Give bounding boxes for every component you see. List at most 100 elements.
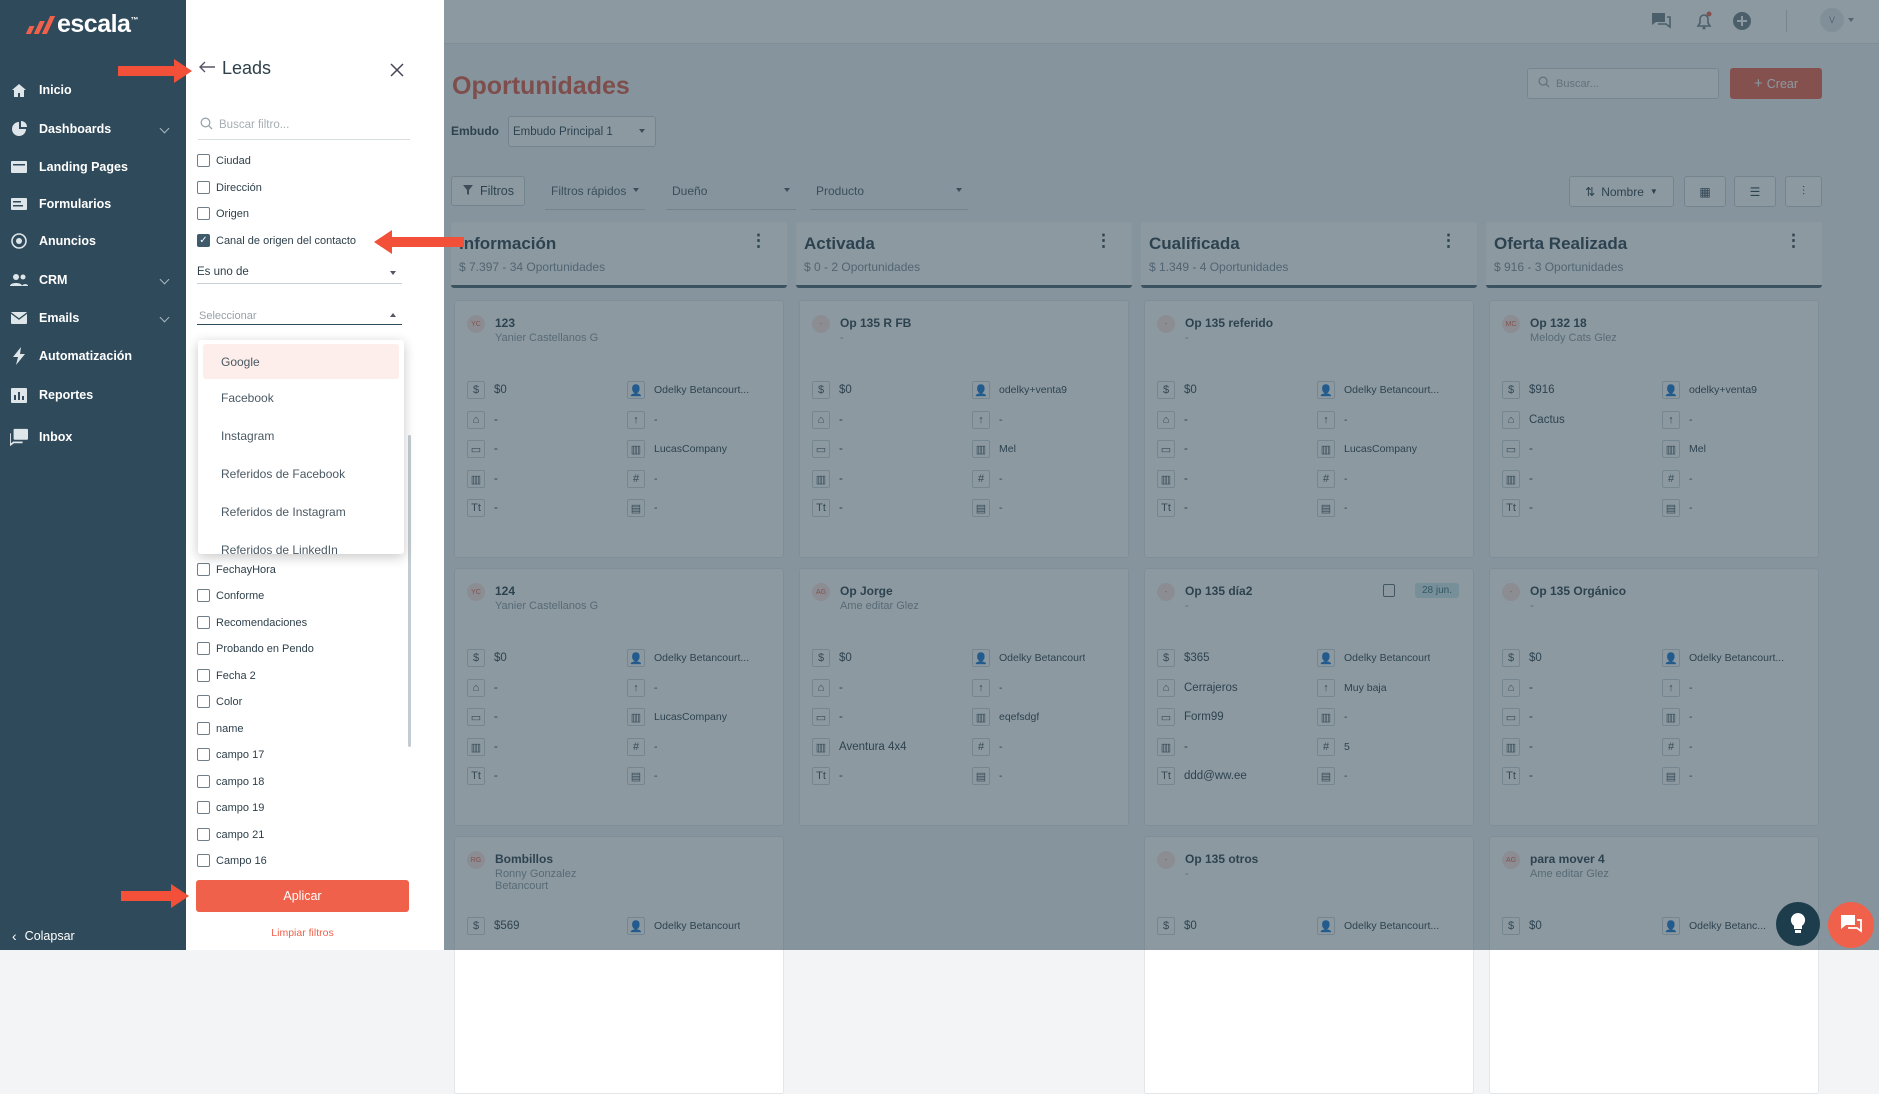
avatar-caret-icon[interactable] xyxy=(1848,18,1854,22)
filter-option[interactable]: Dirección xyxy=(197,181,262,194)
owner-select[interactable]: Dueño xyxy=(666,176,796,210)
filters-button[interactable]: Filtros xyxy=(451,176,525,206)
sidebar-item-landing-pages[interactable]: Landing Pages xyxy=(0,149,186,185)
dropdown-option[interactable]: Referidos de LinkedIn xyxy=(198,531,404,554)
filter-option[interactable]: campo 19 xyxy=(197,801,264,814)
sidebar-item-dashboards[interactable]: Dashboards xyxy=(0,111,186,147)
create-button[interactable]: + Crear xyxy=(1730,68,1822,99)
card-field-value: - xyxy=(494,443,498,455)
card-field: ▥ LucasCompany xyxy=(627,440,727,458)
checkbox[interactable] xyxy=(197,801,210,814)
dropdown-option[interactable]: Google xyxy=(203,344,399,379)
sidebar-item-inbox[interactable]: Inbox xyxy=(0,419,186,455)
quick-filters-select[interactable]: Filtros rápidos xyxy=(545,176,645,210)
checkbox[interactable] xyxy=(197,669,210,682)
sidebar-item-emails[interactable]: Emails xyxy=(0,300,186,336)
operator-select[interactable]: Es uno de xyxy=(197,262,402,284)
embudo-select[interactable]: Embudo Principal 1 xyxy=(508,116,656,147)
filter-option[interactable]: Color xyxy=(197,695,242,708)
collapse-button[interactable]: ‹ Colapsar xyxy=(12,928,75,944)
more-vertical-icon[interactable]: ⋮ xyxy=(1785,232,1802,249)
panel-scrollbar[interactable] xyxy=(408,435,411,747)
sidebar-item-anuncios[interactable]: Anuncios xyxy=(0,223,186,259)
add-circle-icon[interactable] xyxy=(1732,11,1752,34)
filter-search-input[interactable] xyxy=(219,118,399,131)
filter-option[interactable]: Probando en Pendo xyxy=(197,642,314,655)
opportunity-card[interactable]: - Op 135 R FB - $ $0 👤 odelky+venta9 ⌂ - ↑ - ▭ - ▥ Mel… xyxy=(799,300,1129,558)
product-select[interactable]: Producto xyxy=(810,176,968,210)
list-view-button[interactable]: ☰ xyxy=(1734,176,1776,207)
card-field: ▥ - xyxy=(1157,470,1188,488)
card-field: ▥ Mel xyxy=(972,440,1016,458)
filter-option[interactable]: Conforme xyxy=(197,589,264,602)
checkbox[interactable] xyxy=(197,642,210,655)
opportunity-card[interactable]: - Op 135 otros - $ $0 👤 Odelky Betancourt... xyxy=(1144,836,1474,1094)
opportunity-card[interactable]: - Op 135 día2-28 jun. $ $365 👤 Odelky Betanco… xyxy=(1144,568,1474,826)
close-icon[interactable] xyxy=(390,60,404,83)
logo[interactable]: escala™ xyxy=(25,10,138,39)
dropdown-option[interactable]: Instagram xyxy=(198,417,404,455)
filter-option[interactable]: campo 17 xyxy=(197,748,264,761)
checkbox[interactable] xyxy=(197,616,210,629)
checkbox[interactable] xyxy=(197,207,210,220)
checkbox[interactable] xyxy=(197,695,210,708)
filter-option[interactable]: Recomendaciones xyxy=(197,616,307,629)
chat-support-button[interactable] xyxy=(1828,902,1874,948)
opportunity-card[interactable]: AG Op Jorge Ame editar Glez $ $0 👤 Odelky Beta… xyxy=(799,568,1129,826)
checkbox[interactable] xyxy=(197,154,210,167)
dropdown-option[interactable]: Facebook xyxy=(198,379,404,417)
opportunity-card[interactable]: YC 123 Yanier Castellanos G $ $0 👤 Odelky Beta… xyxy=(454,300,784,558)
clear-filters-link[interactable]: Limpiar filtros xyxy=(196,927,409,939)
more-vertical-icon[interactable]: ⋮ xyxy=(1440,232,1457,249)
checkbox[interactable] xyxy=(197,563,210,576)
filter-option[interactable]: FechayHora xyxy=(197,563,276,576)
table-icon: ▤ xyxy=(627,499,645,517)
checkbox[interactable] xyxy=(197,748,210,761)
value-select-input[interactable]: Seleccionar xyxy=(197,305,402,325)
sort-select[interactable]: ⇅ Nombre ▼ xyxy=(1569,176,1674,207)
filter-option[interactable]: campo 21 xyxy=(197,828,264,841)
sidebar-item-automatizaci-n[interactable]: Automatización xyxy=(0,338,186,374)
chat-icon[interactable] xyxy=(1650,11,1672,34)
sidebar-item-crm[interactable]: CRM xyxy=(0,262,186,298)
checkbox[interactable] xyxy=(197,181,210,194)
sidebar-item-reportes[interactable]: Reportes xyxy=(0,377,186,413)
back-arrow-icon[interactable] xyxy=(198,61,216,76)
settings-sliders-button[interactable]: ⫶ xyxy=(1785,176,1822,207)
opportunity-card[interactable]: - Op 135 Orgánico - $ $0 👤 Odelky Betancourt..… xyxy=(1489,568,1819,826)
opportunity-card[interactable]: MC Op 132 18 Melody Cats Glez $ $916 👤 odelky+… xyxy=(1489,300,1819,558)
kanban-view-button[interactable]: ▦ xyxy=(1684,176,1726,207)
filter-option[interactable]: campo 18 xyxy=(197,775,264,788)
avatar[interactable]: V xyxy=(1820,8,1844,32)
search-box[interactable]: Buscar... xyxy=(1527,68,1719,99)
dropdown-option[interactable]: Referidos de Instagram xyxy=(198,493,404,531)
filter-option[interactable]: name xyxy=(197,722,244,735)
chevron-down-icon[interactable] xyxy=(159,274,170,285)
opportunity-card[interactable]: RG Bombillos Ronny Gonzalez Betancourt $ $569… xyxy=(454,836,784,1094)
filter-option[interactable]: Campo 16 xyxy=(197,854,267,867)
card-field-value: - xyxy=(1344,473,1348,485)
filter-option[interactable]: ✓ Canal de origen del contacto xyxy=(197,234,356,247)
filter-option[interactable]: Fecha 2 xyxy=(197,669,256,682)
checkbox[interactable] xyxy=(197,589,210,602)
filter-option[interactable]: Origen xyxy=(197,207,249,220)
chevron-down-icon[interactable] xyxy=(159,123,170,134)
checkbox[interactable] xyxy=(197,854,210,867)
chevron-down-icon[interactable] xyxy=(159,312,170,323)
checkbox-checked[interactable]: ✓ xyxy=(197,234,210,247)
bell-icon[interactable] xyxy=(1694,11,1714,34)
checkbox[interactable] xyxy=(197,722,210,735)
checkbox[interactable] xyxy=(197,828,210,841)
help-bulb-button[interactable] xyxy=(1776,902,1820,946)
sidebar-item-formularios[interactable]: Formularios xyxy=(0,186,186,222)
opportunity-card[interactable]: YC 124 Yanier Castellanos G $ $0 👤 Odelky Beta… xyxy=(454,568,784,826)
filter-option[interactable]: Ciudad xyxy=(197,154,251,167)
dropdown-option[interactable]: Referidos de Facebook xyxy=(198,455,404,493)
opportunity-card[interactable]: - Op 135 referido - $ $0 👤 Odelky Betancourt..… xyxy=(1144,300,1474,558)
apply-button[interactable]: Aplicar xyxy=(196,880,409,912)
checkbox[interactable] xyxy=(197,775,210,788)
opportunity-card[interactable]: AG para mover 4 Ame editar Glez $ $0 👤 Odelky … xyxy=(1489,836,1819,1094)
more-vertical-icon[interactable]: ⋮ xyxy=(750,232,767,249)
more-vertical-icon[interactable]: ⋮ xyxy=(1095,232,1112,249)
sidebar-item-label: Inicio xyxy=(39,83,72,97)
